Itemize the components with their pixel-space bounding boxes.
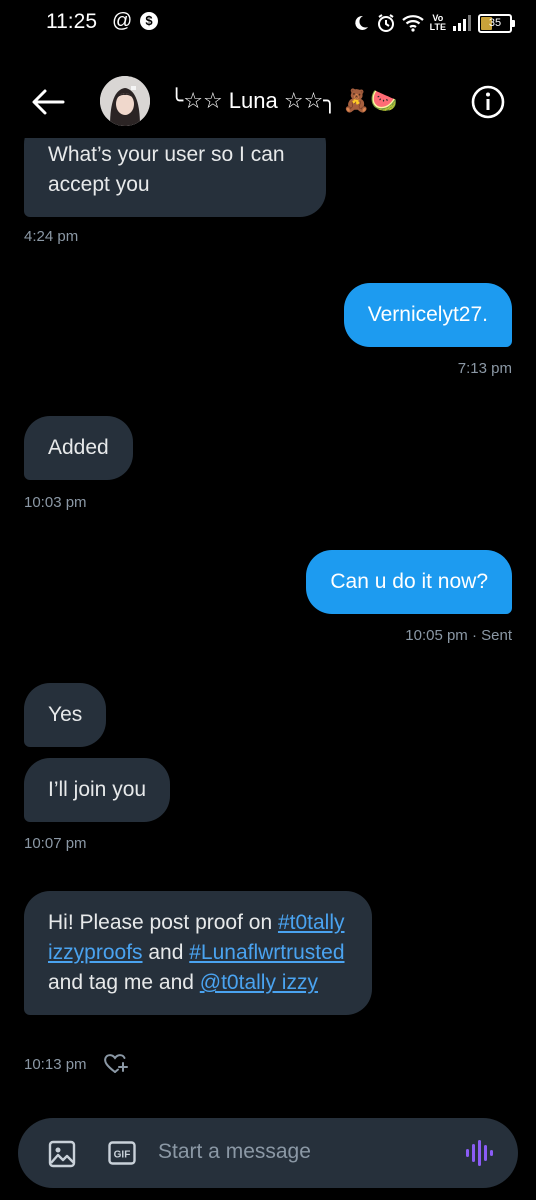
- message-text: What’s your user so I can accept you: [48, 143, 285, 196]
- message-bubble[interactable]: What’s your user so I can accept you: [24, 138, 326, 217]
- gif-icon[interactable]: GIF: [108, 1141, 136, 1165]
- battery-icon: 35: [478, 13, 515, 33]
- message-composer: GIF Start a message: [18, 1118, 518, 1188]
- message-text: Vernicelyt27.: [367, 303, 488, 326]
- at-icon: @: [112, 10, 133, 32]
- message-input[interactable]: Start a message: [158, 1140, 311, 1164]
- message-incoming: Yes: [24, 683, 107, 747]
- wifi-icon: [401, 15, 424, 32]
- message-text: and: [142, 941, 190, 964]
- conversation-name[interactable]: ╰☆☆ Luna ☆☆╮ 🧸🍉: [170, 88, 397, 114]
- message-incoming: Hi! Please post proof on #t0tally izzypr…: [24, 891, 372, 1015]
- message-text: Yes: [48, 703, 83, 726]
- message-incoming: I’ll join you: [24, 758, 171, 822]
- hashtag-link[interactable]: #Lunaflwrtrusted: [189, 941, 344, 964]
- add-reaction-icon[interactable]: [103, 1051, 129, 1075]
- mention-link[interactable]: @t0tally izzy: [200, 971, 318, 994]
- message-bubble[interactable]: Can u do it now?: [306, 550, 512, 614]
- volte-indicator: Vo LTE: [429, 13, 446, 32]
- message-text: and tag me and: [48, 971, 200, 994]
- status-bar: 11:25 @ $ Vo LTE 35: [0, 0, 536, 50]
- message-outgoing: Can u do it now?: [306, 550, 512, 614]
- conversation-header: ╰☆☆ Luna ☆☆╮ 🧸🍉: [0, 66, 536, 138]
- voice-message-icon[interactable]: [464, 1138, 494, 1168]
- message-timestamp: 10:07 pm: [24, 835, 87, 852]
- message-bubble[interactable]: Added: [24, 416, 133, 480]
- gif-label: GIF: [114, 1150, 131, 1161]
- message-text: Added: [48, 436, 109, 459]
- message-bubble[interactable]: I’ll join you: [24, 758, 171, 822]
- message-timestamp: 10:03 pm: [24, 494, 87, 511]
- message-text: I’ll join you: [48, 778, 147, 801]
- dollar-icon: $: [140, 12, 158, 30]
- message-timestamp: 4:24 pm: [24, 228, 79, 245]
- message-bubble[interactable]: Vernicelyt27.: [343, 283, 512, 347]
- message-bubble[interactable]: Yes: [24, 683, 107, 747]
- message-outgoing: Vernicelyt27.: [343, 283, 512, 347]
- image-icon[interactable]: [48, 1140, 76, 1168]
- message-text: Can u do it now?: [330, 570, 488, 593]
- message-timestamp: 10:13 pm: [24, 1056, 87, 1073]
- avatar[interactable]: [100, 76, 150, 126]
- status-icons: Vo LTE 35: [352, 10, 515, 36]
- avatar-image: [100, 76, 150, 126]
- moon-icon: [354, 15, 368, 30]
- message-bubble[interactable]: Hi! Please post proof on #t0tally izzypr…: [24, 891, 372, 1015]
- message-timestamp: 7:13 pm: [457, 360, 512, 377]
- message-list: What’s your user so I can accept you 4:2…: [0, 138, 536, 1098]
- info-icon[interactable]: [470, 84, 506, 120]
- message-incoming: What’s your user so I can accept you: [24, 138, 326, 217]
- alarm-icon: [377, 14, 394, 32]
- battery-level: 35: [488, 16, 502, 29]
- signal-icon: [453, 15, 471, 31]
- back-arrow-icon[interactable]: [30, 86, 66, 118]
- message-text: Hi! Please post proof on: [48, 911, 278, 934]
- message-timestamp: 10:05 pm · Sent: [405, 627, 512, 644]
- status-time: 11:25: [46, 10, 97, 33]
- message-incoming: Added: [24, 416, 133, 480]
